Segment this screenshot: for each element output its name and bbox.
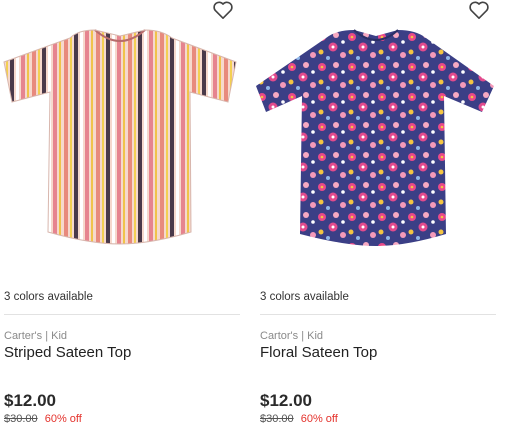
product-card[interactable]: 3 colors available Carter's | Kid Stripe… <box>0 0 240 429</box>
discount-label: 60% off <box>300 413 338 425</box>
divider <box>260 314 496 315</box>
product-brand: Cartor's | Kid <box>260 330 324 342</box>
discount-label: 60% off <box>44 413 82 425</box>
product-brand: Carter's | Kid <box>4 330 68 342</box>
favorite-heart-icon[interactable] <box>468 0 490 20</box>
original-price-row: $30.00 60% off <box>260 413 338 425</box>
colors-available[interactable]: 3 colors available <box>260 291 349 303</box>
sale-price: $12.00 <box>4 391 56 410</box>
product-card[interactable]: 3 colors available Cartor's | Kid Floral… <box>256 0 496 429</box>
product-image[interactable] <box>256 0 496 262</box>
original-price: $30.00 <box>260 413 294 425</box>
divider <box>4 314 240 315</box>
original-price: $30.00 <box>4 413 38 425</box>
sale-price: $12.00 <box>260 391 312 410</box>
product-name[interactable]: Floral Sateen Top <box>260 344 377 361</box>
colors-available[interactable]: 3 colors available <box>4 291 93 303</box>
product-name[interactable]: Striped Sateen Top <box>4 344 131 361</box>
product-image[interactable] <box>0 0 240 262</box>
favorite-heart-icon[interactable] <box>212 0 234 20</box>
original-price-row: $30.00 60% off <box>4 413 82 425</box>
